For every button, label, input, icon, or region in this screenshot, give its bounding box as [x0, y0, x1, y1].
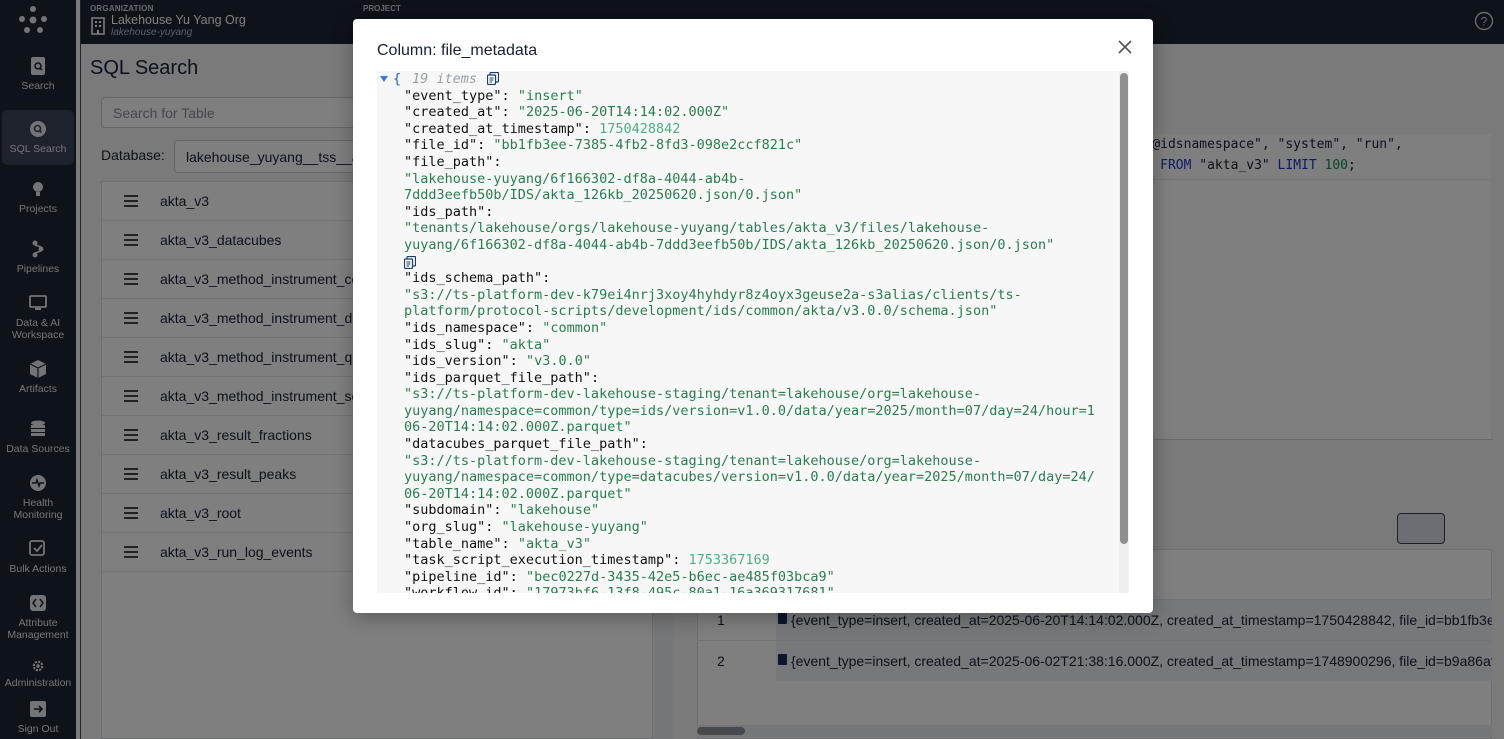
json-separator: :: [639, 436, 648, 453]
collapse-caret-icon[interactable]: [380, 76, 388, 82]
json-key: "event_type": [404, 87, 502, 104]
json-entry: "ids_schema_path": "s3://ts-platform-dev…: [377, 270, 1119, 320]
json-entries: "event_type": "insert" "created_at": "202…: [377, 88, 1119, 593]
json-value[interactable]: "s3://ts-platform-dev-lakehouse-staging/…: [404, 453, 1095, 502]
json-separator: :: [501, 535, 518, 552]
json-entry: "ids_slug": "akta": [377, 337, 1119, 354]
json-key: "ids_path": [404, 203, 486, 220]
json-value[interactable]: "insert": [518, 88, 583, 104]
json-key: "ids_parquet_file_path": [404, 369, 591, 386]
json-value[interactable]: "tenants/lakehouse/orgs/lakehouse-yuyang…: [404, 220, 1054, 253]
json-separator: :: [525, 319, 543, 336]
json-entry: "org_slug": "lakehouse-yuyang": [377, 519, 1119, 536]
json-separator: :: [672, 552, 689, 569]
json-separator: :: [493, 153, 502, 170]
copy-icon[interactable]: [404, 255, 416, 269]
json-brace: {: [393, 71, 402, 87]
json-value[interactable]: "common": [542, 320, 607, 336]
json-entry: "created_at": "2025-06-20T14:14:02.000Z": [377, 104, 1119, 121]
json-value[interactable]: "akta_v3": [518, 536, 591, 552]
json-value[interactable]: "17973bf6-13f8-495c-80a1-16a369317681": [526, 585, 835, 593]
json-key: "file_id": [404, 137, 478, 154]
json-value[interactable]: "akta": [502, 337, 551, 353]
json-value[interactable]: 1753367169: [688, 552, 769, 568]
json-entry: "ids_namespace": "common": [377, 320, 1119, 337]
json-viewer-scrollbar[interactable]: [1119, 71, 1129, 593]
json-entry: "task_script_execution_timestamp": 17533…: [377, 552, 1119, 569]
json-entry: "file_path": "lakehouse-yuyang/6f166302-…: [377, 154, 1119, 204]
close-icon[interactable]: [1117, 39, 1133, 55]
json-value[interactable]: "s3://ts-platform-dev-k79ei4nrj3xoy4hyhd…: [404, 287, 1022, 320]
json-separator: :: [501, 104, 518, 121]
json-separator: :: [485, 336, 502, 353]
json-entry: "subdomain": "lakehouse": [377, 502, 1119, 519]
json-entry: "created_at_timestamp": 1750428842: [377, 121, 1119, 138]
copy-row: [377, 254, 1119, 271]
json-separator: :: [509, 568, 526, 585]
json-value[interactable]: "bb1fb3ee-7385-4fb2-8fd3-098e2ccf821c": [493, 137, 802, 153]
json-key: "datacubes_parquet_file_path": [404, 436, 640, 453]
dialog-title: Column: file_metadata: [377, 42, 538, 59]
json-key: "created_at": [404, 104, 502, 121]
json-entry: "event_type": "insert": [377, 88, 1119, 105]
json-item-count: 19 items: [412, 71, 478, 87]
json-key: "pipeline_id": [404, 568, 510, 585]
json-value[interactable]: "v3.0.0": [526, 353, 591, 369]
json-root: { 19 items: [377, 71, 1119, 88]
json-value[interactable]: "lakehouse": [510, 502, 599, 518]
json-separator: :: [485, 203, 494, 220]
json-entry: "ids_version": "v3.0.0": [377, 353, 1119, 370]
json-key: "org_slug": [404, 519, 486, 536]
json-separator: :: [582, 120, 600, 137]
json-key: "table_name": [404, 535, 502, 552]
json-separator: :: [501, 87, 518, 104]
json-value[interactable]: 1750428842: [599, 121, 680, 137]
json-key: "workflow_id": [404, 585, 510, 593]
json-separator: :: [493, 502, 510, 519]
json-entry: "pipeline_id": "bec0227d-3435-42e5-b6ec-…: [377, 569, 1119, 586]
column-value-dialog: Column: file_metadata { 19 items "event_…: [353, 19, 1153, 613]
json-entry: "ids_parquet_file_path": "s3://ts-platfo…: [377, 370, 1119, 436]
json-separator: :: [485, 519, 502, 536]
json-entry: "table_name": "akta_v3": [377, 536, 1119, 553]
json-key: "subdomain": [404, 502, 494, 519]
json-viewer[interactable]: { 19 items "event_type": "insert" "create…: [377, 71, 1129, 593]
json-key: "file_path": [404, 153, 494, 170]
json-entry: "ids_path": "tenants/lakehouse/orgs/lake…: [377, 204, 1119, 254]
json-key: "ids_slug": [404, 336, 486, 353]
json-value[interactable]: "2025-06-20T14:14:02.000Z": [518, 104, 729, 120]
json-key: "ids_namespace": [404, 319, 526, 336]
json-value[interactable]: "lakehouse-yuyang/6f166302-df8a-4044-ab4…: [404, 171, 802, 204]
json-value[interactable]: "s3://ts-platform-dev-lakehouse-staging/…: [404, 386, 1095, 435]
json-separator: :: [590, 369, 600, 386]
json-entry: "file_id": "bb1fb3ee-7385-4fb2-8fd3-098e…: [377, 137, 1119, 154]
json-separator: :: [509, 353, 526, 370]
json-value[interactable]: "bec0227d-3435-42e5-b6ec-ae485f03bca9": [526, 569, 835, 585]
json-key: "ids_schema_path": [404, 270, 543, 287]
json-separator: :: [542, 270, 551, 287]
json-key: "created_at_timestamp": [404, 120, 583, 137]
json-entry: "workflow_id": "17973bf6-13f8-495c-80a1-…: [377, 585, 1119, 593]
json-entry: "datacubes_parquet_file_path": "s3://ts-…: [377, 436, 1119, 502]
json-value[interactable]: "lakehouse-yuyang": [502, 519, 648, 535]
copy-icon[interactable]: [487, 72, 499, 85]
scrollbar-thumb[interactable]: [1120, 73, 1128, 544]
json-separator: :: [477, 137, 494, 154]
json-separator: :: [510, 585, 526, 593]
json-key: "ids_version": [404, 353, 510, 370]
json-key: "task_script_execution_timestamp": [404, 552, 673, 569]
